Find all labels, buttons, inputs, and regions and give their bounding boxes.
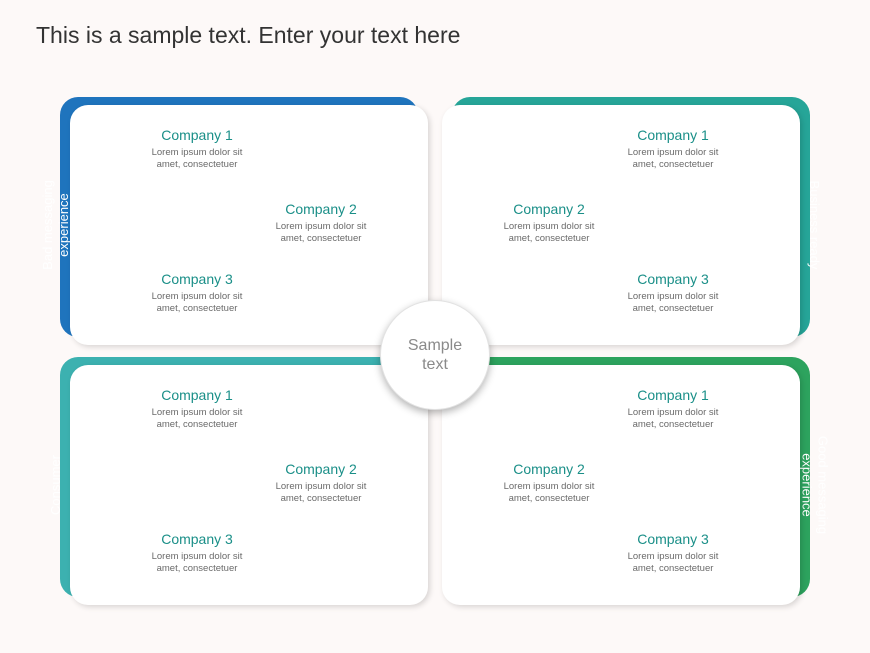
company-name: Company 2 xyxy=(246,461,396,477)
company-desc: Lorem ipsum dolor sit amet, consectetuer xyxy=(598,147,748,171)
company-item: Company 3 Lorem ipsum dolor sit amet, co… xyxy=(122,531,272,575)
card-bl: Company 1 Lorem ipsum dolor sit amet, co… xyxy=(70,365,428,605)
page-title: This is a sample text. Enter your text h… xyxy=(36,22,460,49)
company-item: Company 1 Lorem ipsum dolor sit amet, co… xyxy=(122,127,272,171)
company-item: Company 2 Lorem ipsum dolor sit amet, co… xyxy=(474,201,624,245)
company-desc: Lorem ipsum dolor sit amet, consectetuer xyxy=(246,481,396,505)
company-desc: Lorem ipsum dolor sit amet, consectetuer xyxy=(598,291,748,315)
company-desc: Lorem ipsum dolor sit amet, consectetuer xyxy=(122,291,272,315)
quadrant-consumer: Consumer Company 1 Lorem ipsum dolor sit… xyxy=(70,365,428,605)
quadrant-label-br: Good messaging experience xyxy=(798,385,831,585)
quadrant-grid: Bad messaging experience Company 1 Lorem… xyxy=(70,105,800,605)
quadrant-business-ready: Business ready Company 1 Lorem ipsum dol… xyxy=(442,105,800,345)
company-name: Company 3 xyxy=(598,531,748,547)
company-name: Company 2 xyxy=(246,201,396,217)
company-item: Company 2 Lorem ipsum dolor sit amet, co… xyxy=(246,461,396,505)
company-name: Company 3 xyxy=(598,271,748,287)
quadrant-good-messaging: Good messaging experience Company 1 Lore… xyxy=(442,365,800,605)
company-desc: Lorem ipsum dolor sit amet, consectetuer xyxy=(246,221,396,245)
company-name: Company 2 xyxy=(474,461,624,477)
company-name: Company 1 xyxy=(122,127,272,143)
company-item: Company 2 Lorem ipsum dolor sit amet, co… xyxy=(474,461,624,505)
quadrant-label-bl: Consumer xyxy=(48,385,64,585)
company-name: Company 2 xyxy=(474,201,624,217)
company-name: Company 3 xyxy=(122,271,272,287)
card-tl: Company 1 Lorem ipsum dolor sit amet, co… xyxy=(70,105,428,345)
company-desc: Lorem ipsum dolor sit amet, consectetuer xyxy=(474,481,624,505)
company-desc: Lorem ipsum dolor sit amet, consectetuer xyxy=(122,147,272,171)
company-item: Company 1 Lorem ipsum dolor sit amet, co… xyxy=(598,127,748,171)
company-name: Company 1 xyxy=(598,127,748,143)
company-item: Company 1 Lorem ipsum dolor sit amet, co… xyxy=(598,387,748,431)
company-desc: Lorem ipsum dolor sit amet, consectetuer xyxy=(122,551,272,575)
company-desc: Lorem ipsum dolor sit amet, consectetuer xyxy=(474,221,624,245)
company-list-tl: Company 1 Lorem ipsum dolor sit amet, co… xyxy=(92,123,406,327)
company-list-br: Company 1 Lorem ipsum dolor sit amet, co… xyxy=(464,383,778,587)
company-desc: Lorem ipsum dolor sit amet, consectetuer xyxy=(598,407,748,431)
company-name: Company 3 xyxy=(122,531,272,547)
company-list-bl: Company 1 Lorem ipsum dolor sit amet, co… xyxy=(92,383,406,587)
company-item: Company 3 Lorem ipsum dolor sit amet, co… xyxy=(598,531,748,575)
card-tr: Company 1 Lorem ipsum dolor sit amet, co… xyxy=(442,105,800,345)
quadrant-label-tr: Business ready xyxy=(806,125,822,325)
company-item: Company 1 Lorem ipsum dolor sit amet, co… xyxy=(122,387,272,431)
company-desc: Lorem ipsum dolor sit amet, consectetuer xyxy=(122,407,272,431)
company-list-tr: Company 1 Lorem ipsum dolor sit amet, co… xyxy=(464,123,778,327)
card-br: Company 1 Lorem ipsum dolor sit amet, co… xyxy=(442,365,800,605)
quadrant-label-tl: Bad messaging experience xyxy=(40,125,73,325)
quadrant-bad-messaging: Bad messaging experience Company 1 Lorem… xyxy=(70,105,428,345)
company-item: Company 3 Lorem ipsum dolor sit amet, co… xyxy=(122,271,272,315)
company-name: Company 1 xyxy=(122,387,272,403)
company-desc: Lorem ipsum dolor sit amet, consectetuer xyxy=(598,551,748,575)
company-item: Company 3 Lorem ipsum dolor sit amet, co… xyxy=(598,271,748,315)
company-item: Company 2 Lorem ipsum dolor sit amet, co… xyxy=(246,201,396,245)
company-name: Company 1 xyxy=(598,387,748,403)
center-circle: Sample text xyxy=(380,300,490,410)
